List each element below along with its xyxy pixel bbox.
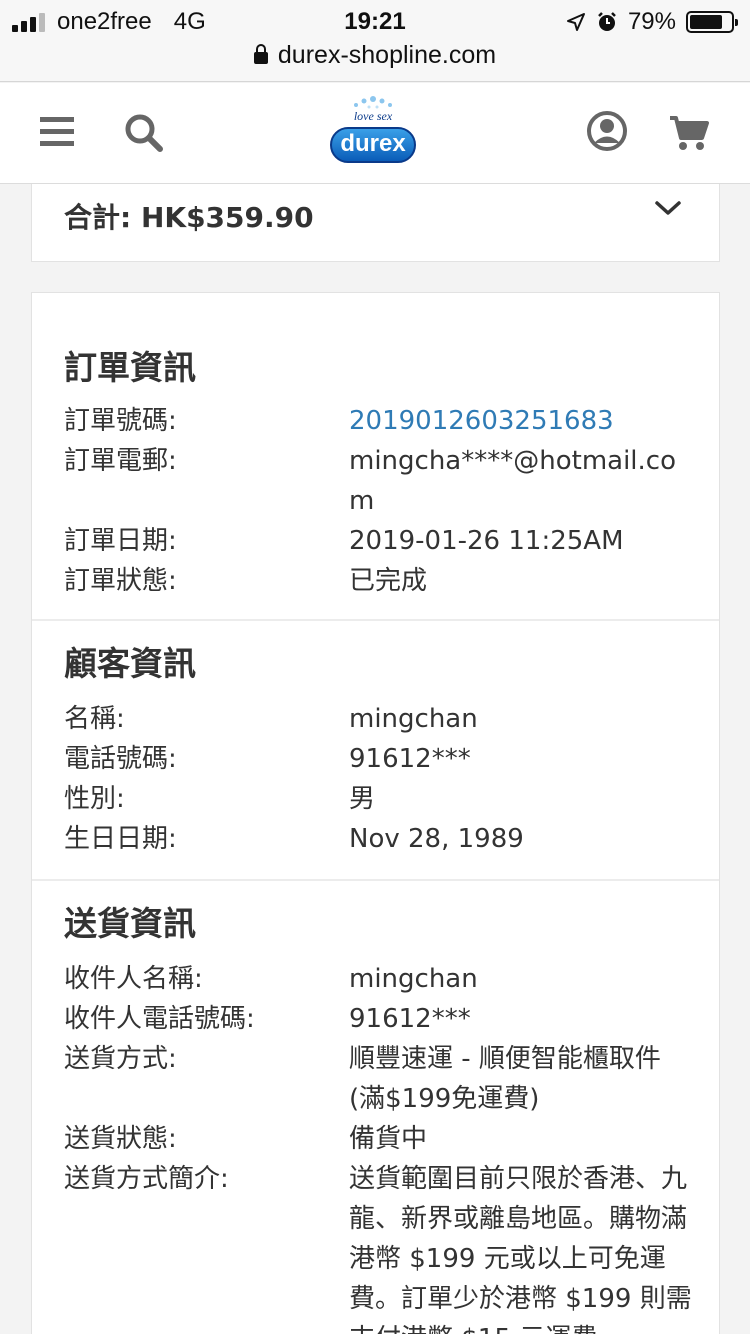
field-value: 91612*** — [349, 744, 471, 774]
order-details-card: 訂單資訊 訂單號碼: 2019012603251683 訂單電郵: mingch… — [31, 292, 720, 1334]
alarm-icon — [598, 12, 616, 31]
logo-tagline: love sex — [353, 109, 393, 123]
logo-wordmark: durex — [330, 127, 416, 163]
order-number-link[interactable]: 2019012603251683 — [349, 401, 694, 441]
status-right: 79% — [566, 8, 738, 36]
field-label: 送貨狀態: — [64, 1124, 177, 1154]
field-value: 2019-01-26 11:25AM — [349, 526, 624, 556]
account-icon[interactable] — [586, 110, 628, 152]
field-value: 已完成 — [349, 566, 428, 596]
field-value: 男 — [349, 784, 376, 814]
chevron-down-icon[interactable] — [654, 198, 682, 218]
order-total-card[interactable]: 合計: HK$359.90 — [31, 184, 720, 262]
field-label: 生日日期: — [64, 824, 177, 854]
field-label: 收件人名稱: — [64, 964, 203, 994]
section-title: 訂單資訊 — [64, 348, 196, 387]
field-label: 收件人電話號碼: — [64, 1004, 255, 1034]
address-bar[interactable]: durex-shopline.com — [0, 42, 750, 82]
field-value: mingchan — [349, 964, 478, 994]
field-value: mingcha****@hotmail.com — [349, 446, 676, 516]
search-icon[interactable] — [124, 113, 164, 153]
field-value: 備貨中 — [349, 1124, 428, 1154]
menu-icon[interactable] — [40, 117, 74, 147]
field-value: 91612*** — [349, 1004, 471, 1034]
site-header: love sex durex — [0, 83, 750, 184]
battery-percent: 79% — [627, 8, 676, 35]
field-value: Nov 28, 1989 — [349, 824, 524, 854]
lock-icon — [253, 44, 268, 64]
battery-icon — [686, 11, 738, 33]
customer-info-section: 顧客資訊 名稱: mingchan 電話號碼: 91612*** 性別: 男 生… — [32, 619, 719, 879]
durex-logo[interactable]: love sex durex — [328, 95, 418, 175]
field-value: 順豐速運 - 順便智能櫃取件 (滿$199免運費) — [349, 1044, 661, 1114]
field-label: 送貨方式簡介: — [64, 1164, 229, 1194]
field-label: 送貨方式: — [64, 1044, 177, 1074]
section-title: 顧客資訊 — [64, 644, 196, 683]
cart-icon[interactable] — [668, 114, 710, 152]
location-arrow-icon — [566, 13, 585, 31]
url-text: durex-shopline.com — [277, 41, 497, 69]
field-label: 性別: — [64, 784, 125, 814]
field-label: 訂單狀態: — [64, 566, 177, 596]
order-total: 合計: HK$359.90 — [64, 201, 314, 234]
field-value: mingchan — [349, 704, 478, 734]
order-info-section: 訂單資訊 訂單號碼: 2019012603251683 訂單電郵: mingch… — [32, 293, 719, 619]
field-label: 訂單日期: — [64, 526, 177, 556]
field-value: 送貨範圍目前只限於香港、九龍、新界或離島地區。購物滿港幣 $199 元或以上可免… — [349, 1164, 692, 1334]
field-label: 訂單電郵: — [64, 446, 177, 476]
field-label: 電話號碼: — [64, 744, 177, 774]
battery-fill — [690, 15, 722, 29]
delivery-info-section: 送貨資訊 收件人名稱: mingchan 收件人電話號碼: 91612*** 送… — [32, 879, 719, 1334]
field-label: 名稱: — [64, 704, 125, 734]
section-title: 送貨資訊 — [64, 904, 196, 943]
status-bar: one2free 4G 19:21 79% — [0, 0, 750, 42]
field-label: 訂單號碼: — [64, 406, 177, 436]
